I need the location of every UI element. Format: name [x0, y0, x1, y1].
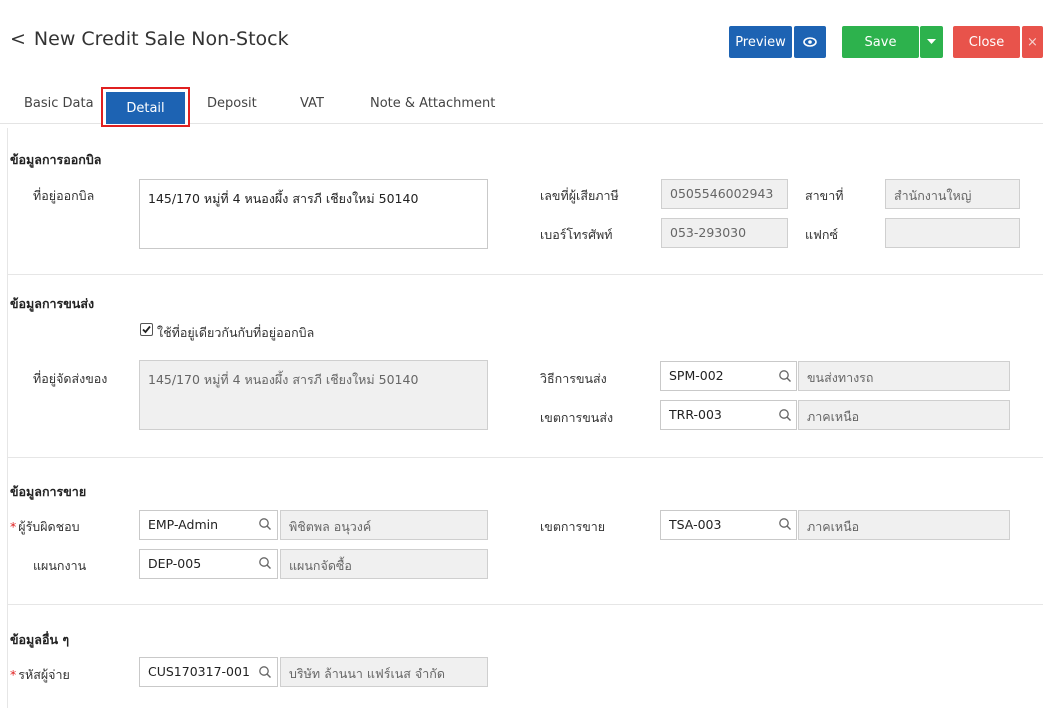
- sales-zone-label: เขตการขาย: [540, 519, 606, 534]
- shipping-zone-code-field[interactable]: TRR-003: [660, 400, 797, 430]
- billing-section-title: ข้อมูลการออกบิล: [10, 152, 102, 167]
- close-button[interactable]: Close: [953, 26, 1020, 58]
- dept-name-field: แผนกจัดซื้อ: [280, 549, 488, 579]
- payer-label: * รหัสผู้จ่าย: [10, 667, 70, 682]
- sales-zone-name-field: ภาคเหนือ: [798, 510, 1010, 540]
- owner-name-field: พิชิตพล อนุวงค์: [280, 510, 488, 540]
- content-border: [7, 128, 8, 708]
- fax-field: [885, 218, 1020, 248]
- fax-label: แฟกซ์: [805, 227, 838, 242]
- payer-name-field: บริษัท ล้านนา แฟร์เนส จำกัด: [280, 657, 488, 687]
- search-icon[interactable]: [258, 556, 274, 572]
- taxid-field: 0505546002943: [661, 179, 788, 209]
- shipping-method-name-field: ขนส่งทางรถ: [798, 361, 1010, 391]
- branch-field: สำนักงานใหญ่: [885, 179, 1020, 209]
- branch-label: สาขาที่: [805, 188, 844, 203]
- tab-vat[interactable]: VAT: [300, 96, 324, 118]
- shipping-address-field: 145/170 หมู่ที่ 4 หนองผึ้ง สารภี เชียงให…: [139, 360, 488, 430]
- shipping-section-title: ข้อมูลการขนส่ง: [10, 296, 95, 311]
- shipping-zone-label: เขตการขนส่ง: [540, 410, 614, 425]
- tab-detail[interactable]: Detail: [106, 92, 185, 124]
- tab-basic-data[interactable]: Basic Data: [24, 96, 94, 118]
- shipping-method-label: วิธีการขนส่ง: [540, 371, 607, 386]
- sales-section-title: ข้อมูลการขาย: [10, 484, 87, 499]
- preview-button[interactable]: Preview: [729, 26, 792, 58]
- search-icon[interactable]: [778, 369, 794, 385]
- phone-field: 053-293030: [661, 218, 788, 248]
- other-section-title: ข้อมูลอื่น ๆ: [10, 632, 70, 647]
- divider: [8, 604, 1043, 605]
- sales-zone-code-field[interactable]: TSA-003: [660, 510, 797, 540]
- divider: [8, 457, 1043, 458]
- search-icon[interactable]: [258, 517, 274, 533]
- search-icon[interactable]: [778, 408, 794, 424]
- phone-label: เบอร์โทรศัพท์: [540, 227, 613, 242]
- dept-label: แผนกงาน: [33, 558, 87, 573]
- caret-down-icon[interactable]: [920, 26, 943, 58]
- tab-note-attachment[interactable]: Note & Attachment: [370, 96, 495, 118]
- eye-icon[interactable]: [794, 26, 826, 58]
- shipping-zone-name-field: ภาคเหนือ: [798, 400, 1010, 430]
- billing-address-label: ที่อยู่ออกบิล: [33, 188, 95, 203]
- owner-label: * ผู้รับผิดชอบ: [10, 519, 80, 534]
- search-icon[interactable]: [778, 517, 794, 533]
- tab-deposit[interactable]: Deposit: [207, 96, 257, 118]
- divider: [8, 274, 1043, 275]
- chevron-left-icon[interactable]: <: [10, 28, 26, 50]
- same-address-label: ใช้ที่อยู่เดียวกันกับที่อยู่ออกบิล: [157, 325, 315, 340]
- search-icon[interactable]: [258, 665, 274, 681]
- billing-address-field[interactable]: 145/170 หมู่ที่ 4 หนองผึ้ง สารภี เชียงให…: [139, 179, 488, 249]
- shipping-method-code-field[interactable]: SPM-002: [660, 361, 797, 391]
- save-button[interactable]: Save: [842, 26, 919, 58]
- taxid-label: เลขที่ผู้เสียภาษี: [540, 188, 619, 203]
- close-icon[interactable]: ×: [1022, 26, 1043, 58]
- shipping-address-label: ที่อยู่จัดส่งของ: [33, 371, 108, 386]
- page-title: < New Credit Sale Non-Stock: [10, 28, 289, 50]
- same-address-checkbox[interactable]: [140, 323, 153, 336]
